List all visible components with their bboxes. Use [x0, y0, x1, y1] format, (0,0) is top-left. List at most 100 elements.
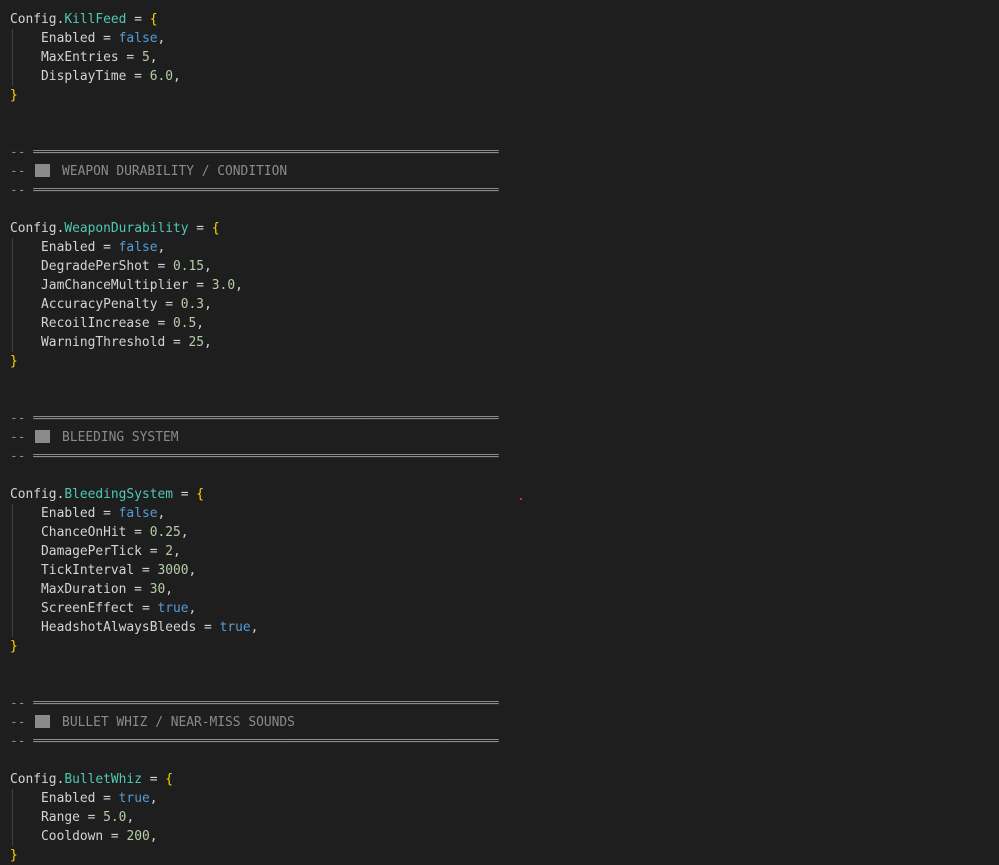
- field-key: Range: [10, 810, 80, 825]
- section-title: BLEEDING SYSTEM: [54, 430, 179, 445]
- separator-line: -- ═════════════════════════════════════…: [10, 143, 498, 162]
- field-key: Enabled: [10, 506, 96, 521]
- block-glyph-icon: [35, 715, 51, 728]
- config-keyword: Config: [10, 12, 57, 27]
- config-field: MaxDuration = 30,: [10, 582, 174, 597]
- config-field: Enabled = true,: [10, 791, 158, 806]
- open-brace: {: [165, 772, 174, 787]
- separator: ════════════════════════════════════════…: [33, 411, 498, 426]
- config-keyword: Config: [10, 772, 57, 787]
- indent-guide: [12, 238, 13, 352]
- config-field: Enabled = false,: [10, 506, 166, 521]
- block-glyph-icon: [35, 164, 51, 177]
- field-value: 0.25: [149, 525, 181, 540]
- table-declaration: Config.BulletWhiz = {: [10, 772, 174, 787]
- field-key: Enabled: [10, 240, 96, 255]
- field-value: 5: [141, 50, 150, 65]
- section-title: BULLET WHIZ / NEAR-MISS SOUNDS: [54, 715, 295, 730]
- field-key: WarningThreshold: [10, 335, 166, 350]
- indent-guide: [12, 29, 13, 86]
- comment-marker: --: [10, 411, 34, 426]
- code-editor[interactable]: Config.KillFeed = { Enabled = false, Max…: [0, 0, 999, 863]
- field-value: 30: [149, 582, 166, 597]
- close-brace: }: [10, 639, 18, 654]
- field-value: true: [219, 620, 251, 635]
- field-value: true: [157, 601, 189, 616]
- table-declaration: Config.BleedingSystem = {: [10, 487, 205, 502]
- close-brace: }: [10, 848, 18, 863]
- table-name: BulletWhiz: [64, 772, 142, 787]
- block-glyph-icon: [35, 430, 51, 443]
- field-key: DegradePerShot: [10, 259, 150, 274]
- field-value: 3000: [157, 563, 189, 578]
- field-key: DisplayTime: [10, 69, 127, 84]
- table-declaration: Config.KillFeed = {: [10, 12, 158, 27]
- config-field: DegradePerShot = 0.15,: [10, 259, 212, 274]
- separator: ════════════════════════════════════════…: [33, 696, 498, 711]
- section-header: -- BLEEDING SYSTEM: [10, 428, 178, 447]
- field-value: 3.0: [211, 278, 236, 293]
- config-field: TickInterval = 3000,: [10, 563, 197, 578]
- cursor-dot: [520, 498, 522, 500]
- field-key: Enabled: [10, 791, 96, 806]
- comment-marker: --: [10, 696, 34, 711]
- field-key: AccuracyPenalty: [10, 297, 158, 312]
- config-keyword: Config: [10, 221, 57, 236]
- separator-line: -- ═════════════════════════════════════…: [10, 732, 498, 751]
- field-key: MaxDuration: [10, 582, 127, 597]
- close-brace: }: [10, 354, 18, 369]
- separator-line: -- ═════════════════════════════════════…: [10, 409, 498, 428]
- field-value: 0.5: [173, 316, 197, 331]
- separator-line: -- ═════════════════════════════════════…: [10, 694, 498, 713]
- field-key: ChanceOnHit: [10, 525, 127, 540]
- config-field: HeadshotAlwaysBleeds = true,: [10, 620, 259, 635]
- table-name: BleedingSystem: [64, 487, 173, 502]
- comment-marker: --: [10, 164, 34, 179]
- field-key: Cooldown: [10, 829, 104, 844]
- comment-marker: --: [10, 715, 34, 730]
- config-field: Cooldown = 200,: [10, 829, 158, 844]
- close-brace: }: [10, 88, 18, 103]
- config-field: ChanceOnHit = 0.25,: [10, 525, 189, 540]
- config-field: ScreenEffect = true,: [10, 601, 197, 616]
- config-field: JamChanceMultiplier = 3.0,: [10, 278, 243, 293]
- table-name: KillFeed: [64, 12, 127, 27]
- field-value: false: [118, 506, 158, 521]
- field-key: RecoilIncrease: [10, 316, 150, 331]
- field-value: 25: [188, 335, 205, 350]
- table-close: }: [10, 352, 18, 371]
- config-field: Enabled = false,: [10, 240, 166, 255]
- table-declaration: Config.WeaponDurability = {: [10, 221, 220, 236]
- section-header: -- BULLET WHIZ / NEAR-MISS SOUNDS: [10, 713, 295, 732]
- config-field: DamagePerTick = 2,: [10, 544, 181, 559]
- field-key: Enabled: [10, 31, 96, 46]
- separator: ════════════════════════════════════════…: [33, 145, 498, 160]
- field-key: MaxEntries: [10, 50, 119, 65]
- field-value: true: [118, 791, 150, 806]
- config-field: WarningThreshold = 25,: [10, 335, 212, 350]
- config-field: RecoilIncrease = 0.5,: [10, 316, 205, 331]
- field-value: 0.3: [180, 297, 205, 312]
- separator: ════════════════════════════════════════…: [33, 734, 498, 749]
- config-field: Range = 5.0,: [10, 810, 135, 825]
- field-value: 5.0: [103, 810, 127, 825]
- separator: ════════════════════════════════════════…: [33, 449, 498, 464]
- field-value: 6.0: [149, 69, 174, 84]
- field-key: ScreenEffect: [10, 601, 135, 616]
- indent-guide: [12, 789, 13, 846]
- separator-line: -- ═════════════════════════════════════…: [10, 181, 498, 200]
- open-brace: {: [211, 221, 220, 236]
- config-field: AccuracyPenalty = 0.3,: [10, 297, 212, 312]
- comment-marker: --: [10, 183, 34, 198]
- table-close: }: [10, 86, 18, 105]
- separator-line: -- ═════════════════════════════════════…: [10, 447, 498, 466]
- section-title: WEAPON DURABILITY / CONDITION: [54, 164, 288, 179]
- field-value: false: [118, 31, 158, 46]
- table-close: }: [10, 846, 18, 865]
- config-keyword: Config: [10, 487, 57, 502]
- open-brace: {: [149, 12, 158, 27]
- field-value: 0.15: [173, 259, 205, 274]
- comment-marker: --: [10, 145, 34, 160]
- field-value: false: [118, 240, 158, 255]
- field-key: TickInterval: [10, 563, 135, 578]
